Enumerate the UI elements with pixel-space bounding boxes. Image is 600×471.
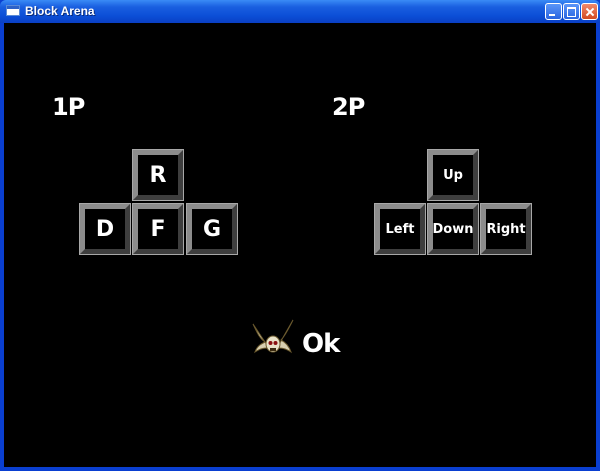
player1-key-down: F	[132, 203, 184, 255]
player2-key-down: Down	[427, 203, 479, 255]
app-icon	[6, 5, 20, 16]
player1-label: 1P	[52, 93, 85, 121]
window-title: Block Arena	[25, 4, 95, 18]
game-canvas: 1P R D F G 2P Up Left Down Right Ok	[4, 23, 596, 467]
minimize-button[interactable]	[545, 3, 562, 20]
maximize-button[interactable]	[563, 3, 580, 20]
player1-key-up: R	[132, 149, 184, 201]
player1-key-right: G	[186, 203, 238, 255]
player2-key-left: Left	[374, 203, 426, 255]
player2-key-up: Up	[427, 149, 479, 201]
game-window: Block Arena 1P R D F G 2P Up Left Down R…	[0, 0, 600, 471]
player1-key-left: D	[79, 203, 131, 255]
close-button[interactable]	[581, 3, 598, 20]
title-bar[interactable]: Block Arena	[0, 0, 600, 23]
player2-key-right: Right	[480, 203, 532, 255]
player2-label: 2P	[332, 93, 365, 121]
ok-button[interactable]: Ok	[302, 329, 340, 359]
winged-skull-icon	[252, 319, 294, 354]
